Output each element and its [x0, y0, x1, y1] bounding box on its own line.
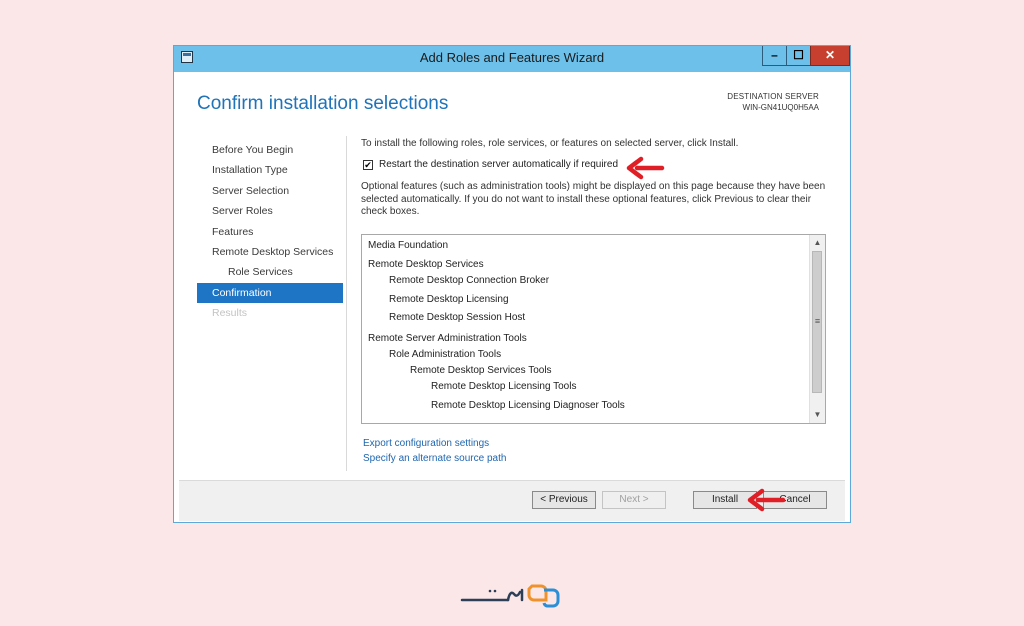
page-title: Confirm installation selections: [197, 93, 449, 114]
nav-item-remote-desktop-services[interactable]: Remote Desktop Services: [197, 242, 343, 262]
nav-item-server-selection[interactable]: Server Selection: [197, 181, 343, 201]
destination-server-label: DESTINATION SERVER: [727, 92, 819, 101]
minimize-button[interactable]: –: [762, 46, 787, 66]
list-item: Remote Desktop Licensing: [389, 294, 509, 305]
list-item: Media Foundation: [368, 240, 449, 251]
close-button[interactable]: ✕: [810, 46, 850, 66]
nav-item-server-roles[interactable]: Server Roles: [197, 201, 343, 221]
list-item: Remote Desktop Services: [368, 259, 484, 270]
annotation-arrow-icon: [747, 488, 786, 512]
next-button: Next >: [602, 491, 666, 509]
nav-item-features[interactable]: Features: [197, 222, 343, 242]
selections-list[interactable]: Media Foundation Remote Desktop Services…: [361, 234, 826, 424]
destination-server-name: WIN-GN41UQ0H5AA: [742, 103, 819, 112]
list-item: Remote Desktop Licensing Diagnoser Tools: [431, 400, 625, 411]
restart-checkbox-label[interactable]: Restart the destination server automatic…: [379, 159, 618, 170]
scroll-thumb[interactable]: ≡: [812, 251, 822, 393]
list-item: Remote Desktop Session Host: [389, 312, 526, 323]
previous-button[interactable]: < Previous: [532, 491, 596, 509]
annotation-arrow-icon: [626, 156, 665, 180]
nav-item-results: Results: [212, 307, 248, 320]
wizard-content: Confirm installation selections DESTINAT…: [179, 72, 845, 480]
wizard-nav: Before You Begin Installation Type Serve…: [197, 140, 343, 324]
brand-logo: [460, 584, 560, 608]
list-scrollbar[interactable]: ▲ ≡ ▼: [809, 235, 825, 423]
nav-item-before-you-begin[interactable]: Before You Begin: [197, 140, 343, 160]
nav-item-installation-type[interactable]: Installation Type: [197, 160, 343, 180]
scroll-down-icon[interactable]: ▼: [810, 408, 825, 422]
restart-checkbox[interactable]: ✔: [363, 160, 373, 170]
list-item: Remote Server Administration Tools: [368, 333, 527, 344]
alternate-source-link[interactable]: Specify an alternate source path: [363, 453, 506, 464]
intro-text: To install the following roles, role ser…: [361, 138, 739, 149]
wizard-window: Add Roles and Features Wizard – ☐ ✕ Conf…: [173, 45, 851, 523]
list-item: Remote Desktop Connection Broker: [389, 275, 550, 286]
list-item: Remote Desktop Services Tools: [410, 365, 552, 376]
export-configuration-link[interactable]: Export configuration settings: [363, 438, 489, 449]
optional-features-note: Optional features (such as administratio…: [361, 181, 826, 218]
list-item: Role Administration Tools: [389, 349, 502, 360]
maximize-button[interactable]: ☐: [786, 46, 811, 66]
grip-icon: ≡: [814, 316, 821, 326]
nav-item-role-services[interactable]: Role Services: [197, 262, 343, 282]
nav-item-confirmation[interactable]: Confirmation: [197, 282, 343, 304]
nav-divider: [346, 136, 347, 471]
scroll-up-icon[interactable]: ▲: [810, 236, 825, 250]
title-bar[interactable]: Add Roles and Features Wizard – ☐ ✕: [174, 46, 850, 72]
window-title: Add Roles and Features Wizard: [419, 50, 605, 65]
list-item: Remote Desktop Licensing Tools: [431, 381, 577, 392]
